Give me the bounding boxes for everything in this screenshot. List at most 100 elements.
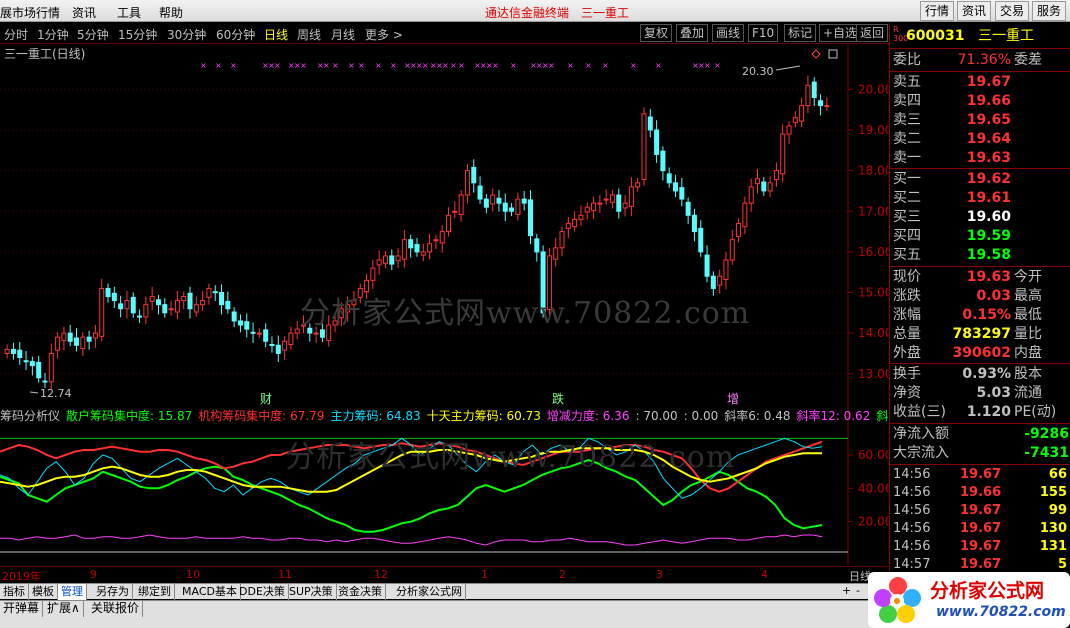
- signal-mark: ×: [274, 61, 281, 70]
- event-drop[interactable]: 跌: [552, 391, 564, 405]
- tab-funds[interactable]: 资金决策: [335, 584, 386, 600]
- quote-button[interactable]: 行情: [920, 1, 955, 21]
- tab-minus-icon[interactable]: -: [856, 584, 860, 597]
- tab-add-icon[interactable]: +: [842, 584, 851, 597]
- period-bar: 分时 1分钟 5分钟 15分钟 30分钟 60分钟 日线 周线 月线 更多 > …: [0, 23, 890, 44]
- adjust-button[interactable]: 复权: [640, 24, 673, 42]
- expand-button[interactable]: 扩展∧: [44, 601, 84, 617]
- price-tick-label: 14.00: [858, 326, 888, 340]
- tick-price: 19.66: [960, 485, 1002, 500]
- tab-sup[interactable]: SUP决策: [286, 584, 337, 600]
- candle-body: [754, 178, 760, 185]
- signal-mark: ×: [358, 61, 365, 70]
- menu-help[interactable]: 帮助: [159, 4, 183, 21]
- period-1min[interactable]: 1分钟: [37, 26, 69, 43]
- tick-price: 19.67: [960, 503, 1002, 518]
- row-value: 19.61: [966, 190, 1011, 206]
- tick-volume: 155: [1039, 485, 1067, 500]
- candle-body: [685, 201, 691, 216]
- danmaku-button[interactable]: 开弹幕: [0, 601, 44, 617]
- menu-news[interactable]: 资讯: [72, 4, 96, 21]
- indicator-header-item: 散户筹码集中度: 15.87: [66, 408, 192, 423]
- period-more[interactable]: 更多 >: [365, 26, 403, 43]
- row-value: 19.60: [966, 209, 1011, 225]
- overlay-button[interactable]: 叠加: [676, 24, 709, 42]
- flow-label: 净流入额: [893, 426, 949, 442]
- signal-mark: ×: [375, 61, 382, 70]
- stat-row: 涨幅 0.15% 最低: [890, 306, 1070, 325]
- price-chart[interactable]: 20.00 19.00 18.00 17.00 16.00 15.00 14.00 13.00…: [0, 45, 888, 405]
- period-weekly[interactable]: 周线: [297, 26, 321, 43]
- candle-body: [666, 173, 672, 184]
- add-favorite-button[interactable]: +自选: [819, 24, 862, 42]
- candle-body: [458, 194, 464, 215]
- tick-row: 14:56 19.66 155: [890, 484, 1070, 502]
- menu-tools[interactable]: 工具: [117, 4, 141, 21]
- tab-formula-site[interactable]: 分析家公式网: [393, 584, 466, 600]
- tick-volume: 131: [1039, 539, 1067, 554]
- candle-body: [74, 337, 80, 346]
- related-quote-button[interactable]: 关联报价: [88, 601, 144, 617]
- period-daily[interactable]: 日线: [264, 26, 288, 43]
- tick-volume: 130: [1039, 521, 1067, 536]
- signal-mark: ×: [704, 61, 711, 70]
- tick-time: 14:56: [893, 539, 931, 554]
- indicator-header-item: 斜率: [876, 408, 888, 423]
- candle-body: [105, 287, 111, 298]
- candle-body: [130, 296, 136, 314]
- back-button[interactable]: 返回: [856, 24, 889, 42]
- weibi-value: 71.36%: [957, 52, 1011, 68]
- period-60min[interactable]: 60分钟: [216, 26, 255, 43]
- candle-body: [559, 231, 565, 249]
- signal-mark: ×: [714, 61, 721, 70]
- draw-button[interactable]: 画线: [712, 24, 745, 42]
- mark-button[interactable]: 标记: [784, 24, 817, 42]
- weibi-row: 委比 71.36% 委差: [893, 52, 1042, 68]
- period-5min[interactable]: 5分钟: [77, 26, 109, 43]
- tab-bind[interactable]: 绑定到: [135, 584, 175, 600]
- row-label: 外盘: [893, 345, 921, 361]
- candle-body: [269, 344, 275, 346]
- candle-body: [691, 214, 697, 233]
- candle-body: [294, 328, 300, 334]
- candle-body: [427, 243, 433, 253]
- news-button[interactable]: 资讯: [957, 1, 992, 21]
- row-value: 783297: [952, 326, 1011, 342]
- row-value: 19.58: [966, 247, 1011, 263]
- event-increase[interactable]: 增: [727, 392, 739, 405]
- menu-market[interactable]: 展市场行情: [0, 4, 60, 21]
- f10-button[interactable]: F10: [748, 24, 779, 42]
- logo-url: www.70822.com: [936, 604, 1066, 620]
- tab-manage[interactable]: 管理: [58, 584, 87, 600]
- candle-body: [483, 198, 489, 208]
- row-value: 19.63: [966, 150, 1011, 166]
- chart-title: 三一重工(日线): [4, 47, 85, 61]
- event-finance[interactable]: 财: [260, 392, 272, 405]
- service-button[interactable]: 服务: [1032, 1, 1067, 21]
- candle-body: [219, 292, 225, 306]
- stat-row: 总量 783297 量比: [890, 325, 1070, 344]
- ask-row: 卖五 19.67: [890, 73, 1070, 92]
- tab-macd[interactable]: MACD基本: [179, 584, 241, 600]
- stat-row: 外盘 390602 内盘: [890, 344, 1070, 363]
- tab-save-as[interactable]: 另存为: [93, 584, 133, 600]
- tab-template[interactable]: 模板: [29, 584, 58, 600]
- row-label: 买一: [893, 171, 921, 187]
- indicator-chart[interactable]: 60.00 40.00 20.00 筹码分析仪散户筹码集中度: 15.87 机构筹码集…: [0, 405, 888, 565]
- candle-body: [231, 311, 237, 322]
- chart-expand-icon[interactable]: [828, 49, 838, 59]
- tab-dde[interactable]: DDE决策: [236, 584, 289, 600]
- period-15min[interactable]: 15分钟: [118, 26, 157, 43]
- tab-indicator[interactable]: 指标: [0, 584, 29, 600]
- candle-body: [42, 380, 48, 383]
- candle-body: [698, 227, 704, 253]
- candle-body: [811, 81, 817, 98]
- time-label-4: 4: [761, 568, 768, 581]
- period-monthly[interactable]: 月线: [331, 26, 355, 43]
- bid-row: 买四 19.59: [890, 227, 1070, 246]
- period-30min[interactable]: 30分钟: [167, 26, 206, 43]
- candle-body: [10, 348, 16, 354]
- trade-button[interactable]: 交易: [995, 1, 1030, 21]
- candle-body: [622, 202, 628, 209]
- period-intraday[interactable]: 分时: [4, 26, 28, 43]
